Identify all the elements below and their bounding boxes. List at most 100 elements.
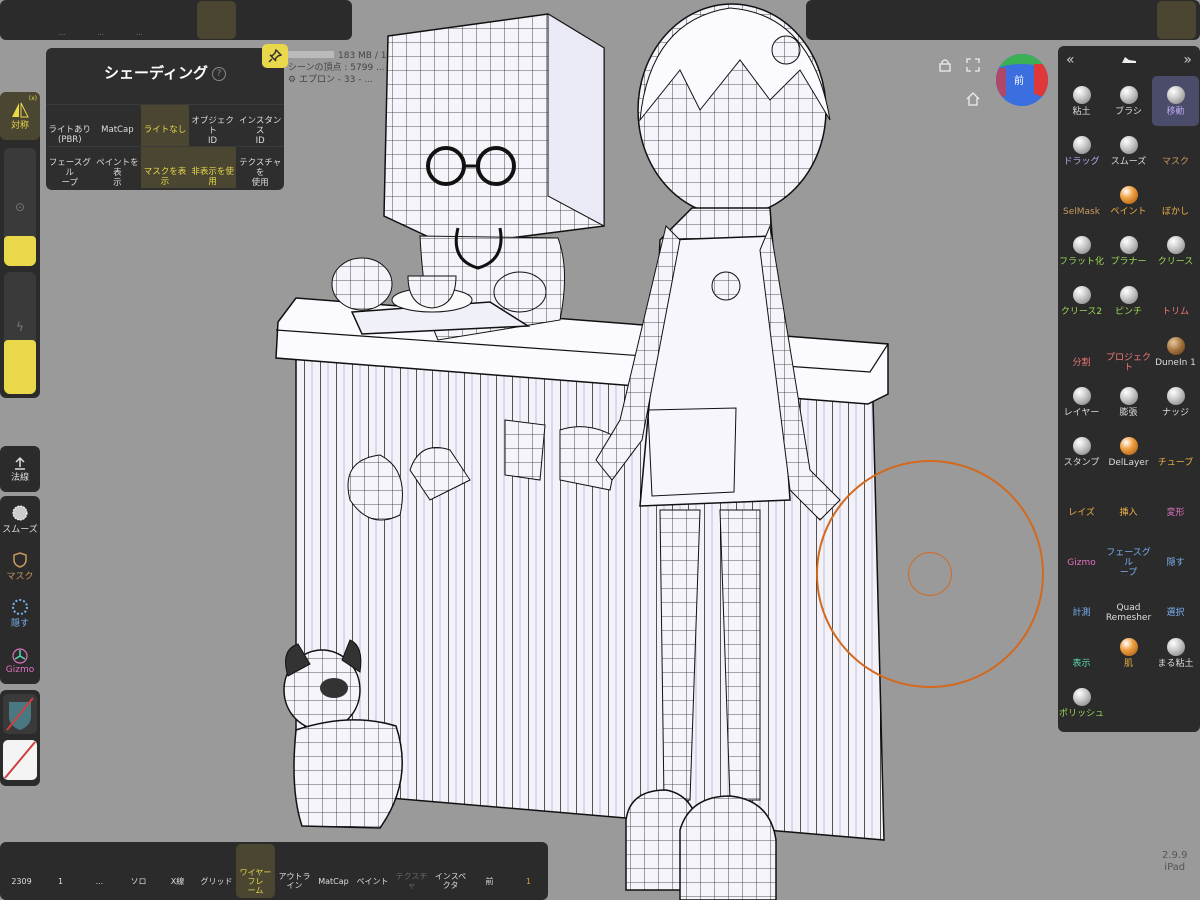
scene-shoe-button[interactable] (4, 1, 43, 39)
tool-6[interactable]: SelMask (1058, 176, 1105, 226)
texture-sphere-button[interactable] (159, 1, 198, 39)
settings-button[interactable] (1080, 1, 1119, 39)
tool-31[interactable]: Quad Remesher (1105, 578, 1152, 628)
tool-30[interactable]: 計測 (1058, 578, 1105, 628)
pen-button[interactable] (926, 1, 965, 39)
tool-21[interactable]: スタンプ (1058, 427, 1105, 477)
collapse-right-icon[interactable]: » (1183, 52, 1192, 68)
tool-3[interactable]: ドラッグ (1058, 126, 1105, 176)
pin-button[interactable] (262, 44, 288, 68)
intensity-slider[interactable]: ϟ (4, 272, 36, 394)
tool-32[interactable]: 選択 (1152, 578, 1199, 628)
shading-option-use-hidden[interactable]: 非表示を使用 (188, 146, 237, 188)
tool-10[interactable]: プラナー (1105, 227, 1152, 277)
tool-12[interactable]: クリース2 (1058, 277, 1105, 327)
quick-gizmo-button[interactable]: Gizmo (0, 637, 40, 684)
shading-option-object-id[interactable]: オブジェクト ID (188, 104, 237, 146)
wireframe-button[interactable]: ワイヤーフレ ーム (236, 844, 275, 898)
symmetry-button[interactable]: 対称 (x) (0, 92, 40, 140)
matcap-button[interactable]: MatCap (314, 844, 353, 898)
solo-icon (131, 857, 147, 873)
video-camera-button[interactable] (313, 1, 352, 39)
tool-36[interactable]: ポリッシュ (1058, 678, 1105, 728)
front-button[interactable]: 前 (470, 844, 509, 898)
tool-28[interactable]: フェースグル ープ (1105, 528, 1152, 578)
tool-4[interactable]: スムーズ (1105, 126, 1152, 176)
tool-16[interactable]: プロジェクト (1105, 327, 1152, 377)
redo-button[interactable]: 1 (41, 844, 80, 898)
lock-icon[interactable] (938, 58, 952, 72)
fullscreen-icon[interactable] (966, 58, 980, 72)
tool-14[interactable]: トリム (1152, 277, 1199, 327)
nav-cube[interactable]: 前 (996, 54, 1048, 106)
tool-5[interactable]: マスク (1152, 126, 1199, 176)
tool-9[interactable]: フラット化 (1058, 227, 1105, 277)
shading-option-show-mask[interactable]: マスクを表示 (141, 146, 189, 188)
tool-1[interactable]: ブラシ (1105, 76, 1152, 126)
paint-button[interactable]: ペイント (353, 844, 392, 898)
flask-button[interactable] (1003, 1, 1042, 39)
tool-15[interactable]: 分割 (1058, 327, 1105, 377)
tool-25[interactable]: 挿入 (1105, 478, 1152, 528)
solo-button[interactable]: ソロ (119, 844, 158, 898)
tool-8[interactable]: ぼかし (1152, 176, 1199, 226)
more-button[interactable]: ... (80, 844, 119, 898)
shading-option-show-paint[interactable]: ペイントを表 示 (93, 146, 142, 188)
home-icon[interactable] (966, 92, 980, 106)
tool-34[interactable]: 肌 (1105, 628, 1152, 678)
warning-button[interactable]: 1 (509, 844, 548, 898)
collapse-left-icon[interactable]: « (1066, 52, 1075, 68)
gear-wheel-button[interactable] (236, 1, 275, 39)
material-swatch[interactable] (3, 694, 37, 734)
shading-option-matcap[interactable]: MatCap (93, 104, 142, 146)
image-button[interactable] (275, 1, 314, 39)
xray-button[interactable]: X線 (158, 844, 197, 898)
undo-button[interactable]: 2309 (2, 844, 41, 898)
tool-27[interactable]: Gizmo (1058, 528, 1105, 578)
tool-17[interactable]: DuneIn 1 (1152, 327, 1199, 377)
quick-smooth-button[interactable]: スムーズ (0, 496, 40, 543)
shading-option-light-pbr[interactable]: ライトあり (PBR) (46, 104, 94, 146)
bug-button[interactable] (1119, 1, 1158, 39)
radius-slider[interactable]: ⊙ (4, 148, 36, 266)
shading-option-no-light[interactable]: ライトなし (141, 104, 189, 146)
grid-button[interactable]: グリッド (197, 844, 236, 898)
shading-option-facegroup[interactable]: フェースグル ープ (46, 146, 94, 188)
tool-13[interactable]: ピンチ (1105, 277, 1152, 327)
tool-35[interactable]: まる粘土 (1152, 628, 1199, 678)
tool-19[interactable]: 膨張 (1105, 377, 1152, 427)
matcap-ball-button[interactable] (849, 1, 888, 39)
tool-0[interactable]: 粘土 (1058, 76, 1105, 126)
matcap-icon (326, 857, 342, 873)
tool-29[interactable]: 隠す (1152, 528, 1199, 578)
outline-button[interactable]: アウトライン (275, 844, 314, 898)
normal-button[interactable]: 法線 (0, 446, 40, 492)
tools-button[interactable] (1157, 1, 1196, 39)
quick-hide-button[interactable]: 隠す (0, 590, 40, 637)
share-nodes-button[interactable]: ... (81, 1, 120, 39)
paint-color-swatch[interactable] (3, 740, 37, 780)
tool-18[interactable]: レイヤー (1058, 377, 1105, 427)
shading-option-use-texture[interactable]: テクスチャを 使用 (236, 146, 284, 188)
tool-23[interactable]: チューブ (1152, 427, 1199, 477)
tool-24[interactable]: レイズ (1058, 478, 1105, 528)
shoe-brush-button[interactable] (810, 1, 849, 39)
topology-button[interactable]: ... (120, 1, 159, 39)
folder-button[interactable]: ... (43, 1, 82, 39)
layers-button[interactable] (1042, 1, 1081, 39)
filter-button[interactable] (887, 1, 926, 39)
tool-26[interactable]: 変形 (1152, 478, 1199, 528)
sun-button[interactable] (197, 1, 237, 39)
tool-33[interactable]: 表示 (1058, 628, 1105, 678)
help-icon[interactable]: ? (211, 66, 226, 81)
tool-20[interactable]: ナッジ (1152, 377, 1199, 427)
quick-mask-button[interactable]: マスク (0, 543, 40, 590)
tool-22[interactable]: DelLayer (1105, 427, 1152, 477)
tool-7[interactable]: ペイント (1105, 176, 1152, 226)
symmetry-button[interactable] (964, 1, 1003, 39)
texture-button[interactable]: テクスチャ (392, 844, 431, 898)
shading-option-instance-id[interactable]: インスタンス ID (236, 104, 284, 146)
inspector-button[interactable]: インスペクタ (431, 844, 470, 898)
tool-11[interactable]: クリース (1152, 227, 1199, 277)
tool-2[interactable]: 移動 (1152, 76, 1199, 127)
